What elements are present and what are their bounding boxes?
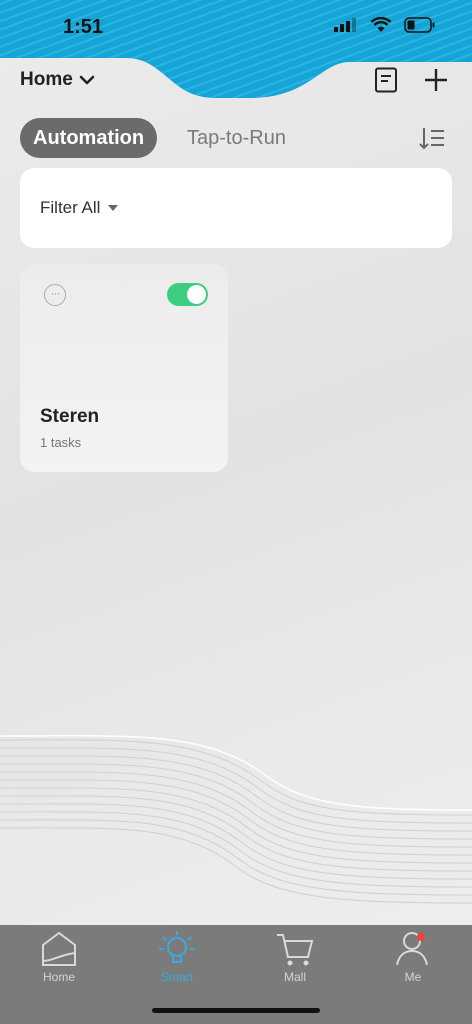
sort-icon[interactable] [418, 124, 446, 152]
filter-card: Filter All [20, 168, 452, 248]
caret-down-icon [108, 205, 119, 211]
scene-tabs: Automation Tap-to-Run [20, 118, 452, 158]
filter-dropdown[interactable]: Filter All [40, 198, 119, 218]
nav-home-label: Home [42, 970, 75, 984]
scene-toggle[interactable] [167, 283, 208, 306]
home-icon [42, 931, 76, 966]
add-icon [425, 69, 447, 91]
tab-tap-to-run[interactable]: Tap-to-Run [187, 118, 286, 158]
scene-name: Steren [40, 406, 100, 427]
status-bar: 1:51 [0, 0, 472, 60]
chevron-down-icon [79, 75, 95, 85]
notification-badge [417, 933, 425, 941]
scene-task-count: 1 tasks [40, 435, 82, 450]
nav-smart[interactable]: Smart [118, 925, 236, 995]
header: Home [0, 60, 472, 100]
log-icon [375, 67, 397, 93]
home-selector[interactable]: Home [20, 69, 95, 91]
home-title: Home [20, 69, 73, 90]
bulb-icon [159, 931, 195, 963]
cart-icon [277, 934, 314, 966]
signal-icon [334, 18, 356, 32]
nav-me[interactable]: Me [354, 925, 472, 995]
log-button[interactable] [370, 64, 402, 96]
tab-automation[interactable]: Automation [20, 118, 158, 158]
status-time: 1:51 [63, 16, 104, 38]
battery-icon [404, 17, 435, 33]
nav-smart-label: Smart [160, 970, 193, 984]
add-button[interactable] [420, 64, 452, 96]
home-indicator [152, 1008, 320, 1013]
nav-mall-label: Mall [283, 970, 306, 984]
more-icon[interactable] [44, 284, 66, 306]
person-icon [396, 932, 428, 966]
scene-card[interactable]: Steren 1 tasks [20, 264, 228, 472]
nav-mall[interactable]: Mall [236, 925, 354, 995]
background-wave-lines [0, 734, 472, 904]
wifi-icon [370, 17, 392, 32]
nav-home[interactable]: Home [0, 925, 118, 995]
filter-label: Filter All [40, 198, 101, 217]
nav-me-label: Me [404, 970, 422, 984]
